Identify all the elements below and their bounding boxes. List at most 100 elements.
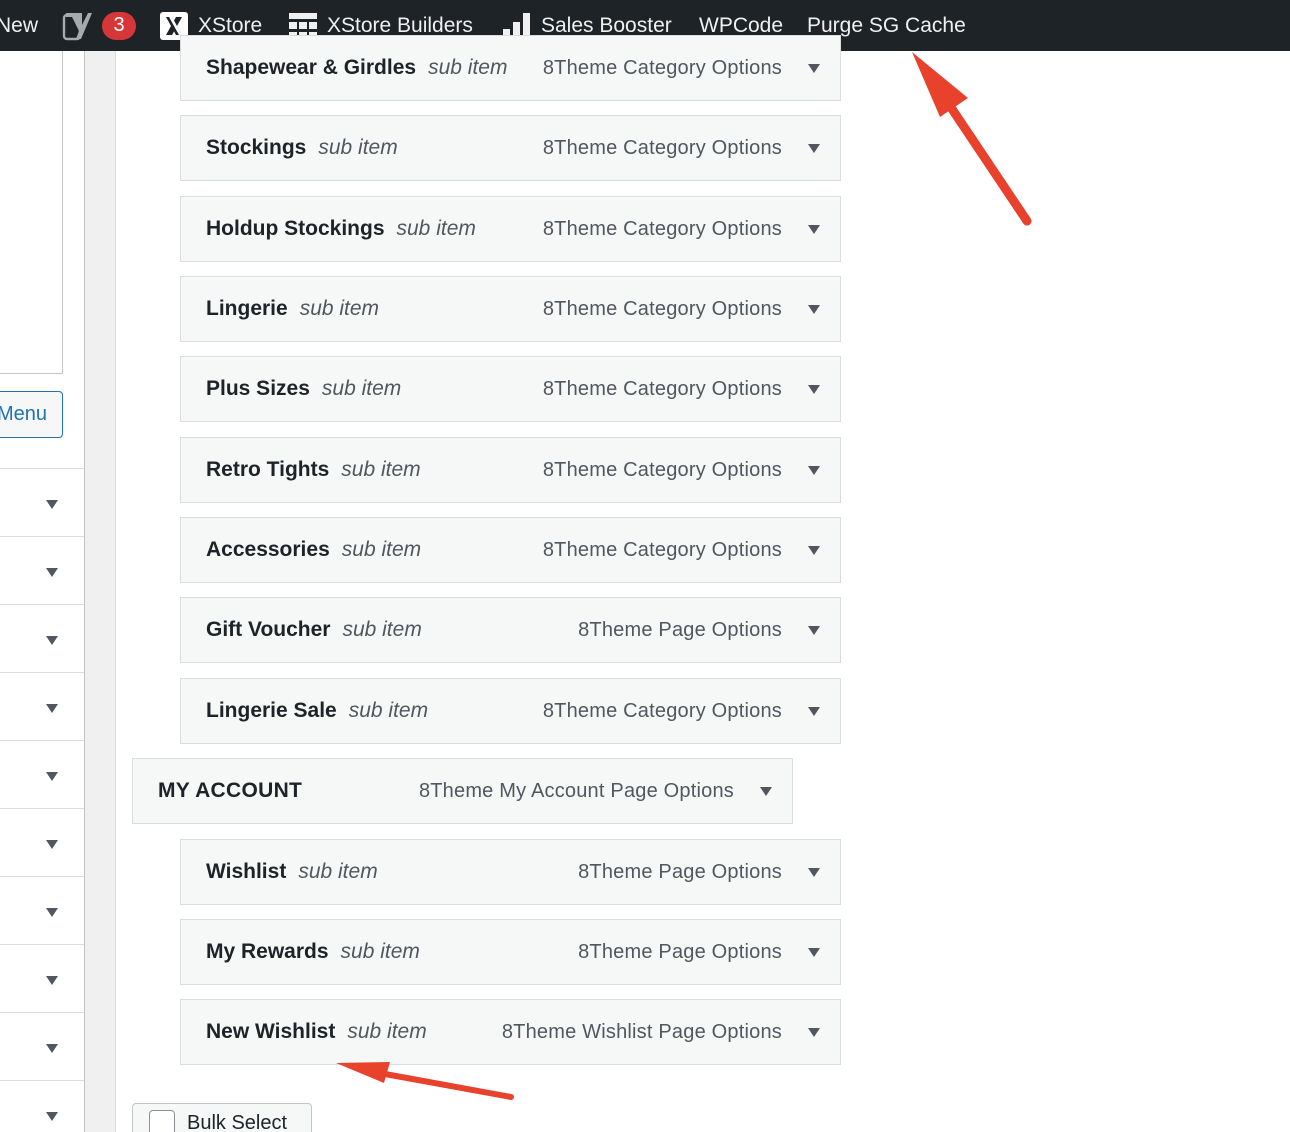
menu-item-sub-tag: sub item: [428, 56, 508, 79]
triangle-down-icon: [46, 1044, 58, 1053]
menu-item-sub-tag: sub item: [348, 699, 429, 722]
menu-item-type: 8Theme Category Options: [542, 297, 782, 320]
triangle-down-icon: [46, 500, 58, 509]
triangle-down-icon[interactable]: [808, 144, 820, 153]
triangle-down-icon: [46, 908, 58, 917]
triangle-down-icon: [46, 1112, 58, 1121]
triangle-down-icon[interactable]: [808, 626, 820, 635]
menu-item[interactable]: My Rewards sub item 8Theme Page Options: [180, 919, 841, 985]
menu-item[interactable]: Holdup Stockings sub item 8Theme Categor…: [180, 196, 841, 262]
menu-item-title: Lingerie: [206, 297, 288, 320]
sidebar-panel: [0, 51, 63, 374]
sidebar-accordion-row[interactable]: [0, 1080, 84, 1132]
menu-item-sub-tag: sub item: [341, 458, 421, 481]
menu-item-type: 8Theme My Account Page Options: [418, 779, 734, 802]
menu-item[interactable]: Retro Tights sub item 8Theme Category Op…: [180, 437, 841, 503]
menu-item-type: 8Theme Category Options: [542, 136, 782, 159]
menu-item-title: Holdup Stockings: [206, 217, 385, 240]
triangle-down-icon: [46, 840, 58, 849]
triangle-down-icon[interactable]: [808, 1028, 820, 1037]
sidebar-accordion-row[interactable]: [0, 604, 84, 672]
triangle-down-icon[interactable]: [808, 64, 820, 73]
menu-item[interactable]: Plus Sizes sub item 8Theme Category Opti…: [180, 356, 841, 422]
menu-item-sub-tag: sub item: [340, 940, 420, 963]
triangle-down-icon: [46, 772, 58, 781]
menu-item[interactable]: Shapewear & Girdles sub item 8Theme Cate…: [180, 35, 841, 101]
menu-item[interactable]: New Wishlist sub item 8Theme Wishlist Pa…: [180, 999, 841, 1065]
bulk-select-toggle[interactable]: Bulk Select: [132, 1103, 312, 1132]
menu-item-type: 8Theme Category Options: [542, 538, 782, 561]
menu-item-type: 8Theme Page Options: [578, 618, 782, 641]
menu-item-sub-tag: sub item: [298, 860, 378, 883]
menu-item-sub-tag: sub item: [299, 297, 380, 320]
sidebar-accordion-row[interactable]: [0, 876, 84, 944]
menu-item-sub-tag: sub item: [347, 1020, 427, 1043]
triangle-down-icon[interactable]: [808, 546, 820, 555]
menu-item-title: Shapewear & Girdles: [206, 56, 417, 79]
menu-item-title: Stockings: [206, 136, 307, 159]
menu-button-label: Menu: [0, 403, 48, 425]
menu-item-type: 8Theme Page Options: [578, 860, 782, 883]
sidebar-accordion-row[interactable]: [0, 1012, 84, 1080]
triangle-down-icon[interactable]: [760, 787, 772, 796]
menu-item-sub-tag: sub item: [342, 618, 422, 641]
menu-item[interactable]: Stockings sub item 8Theme Category Optio…: [180, 115, 841, 181]
triangle-down-icon[interactable]: [808, 225, 820, 234]
menu-item-type: 8Theme Wishlist Page Options: [501, 1020, 782, 1043]
menu-item-type: 8Theme Page Options: [578, 940, 782, 963]
menu-item-title: My Rewards: [206, 940, 329, 963]
builders-label: XStore Builders: [327, 13, 473, 37]
annotation-arrow-purge-cache: [912, 52, 1032, 226]
sidebar-accordion-row[interactable]: [0, 944, 84, 1012]
menu-item[interactable]: Lingerie Sale sub item 8Theme Category O…: [180, 678, 841, 744]
triangle-down-icon: [46, 568, 58, 577]
menu-item-title: New Wishlist: [206, 1020, 336, 1043]
add-to-menu-button[interactable]: Menu: [0, 391, 63, 438]
triangle-down-icon[interactable]: [808, 868, 820, 877]
new-label: New: [0, 13, 39, 37]
menu-item-sub-tag: sub item: [341, 538, 422, 561]
sidebar-accordion-row[interactable]: [0, 672, 84, 740]
column-divider: [84, 51, 116, 1132]
sales-booster-label: Sales Booster: [541, 13, 672, 37]
menu-item-title: Retro Tights: [206, 458, 330, 481]
triangle-down-icon[interactable]: [808, 466, 820, 475]
purge-cache-label: Purge SG Cache: [807, 13, 966, 37]
menu-item-my-account[interactable]: MY ACCOUNT 8Theme My Account Page Option…: [132, 758, 793, 824]
menu-item-type: 8Theme Category Options: [542, 56, 782, 79]
sidebar-accordion-row[interactable]: [0, 536, 84, 604]
menu-item-sub-tag: sub item: [396, 217, 476, 240]
triangle-down-icon[interactable]: [808, 948, 820, 957]
triangle-down-icon: [46, 636, 58, 645]
wpcode-label: WPCode: [699, 13, 784, 37]
menu-item-type: 8Theme Category Options: [542, 458, 782, 481]
menu-item[interactable]: Lingerie sub item 8Theme Category Option…: [180, 276, 841, 342]
menu-item-title: Gift Voucher: [206, 618, 331, 641]
sidebar-accordion-row[interactable]: [0, 468, 84, 536]
new-content-link[interactable]: New: [0, 0, 38, 51]
menu-item-type: 8Theme Category Options: [542, 217, 782, 240]
menu-item-type: 8Theme Category Options: [542, 377, 782, 400]
menu-item-title: Plus Sizes: [206, 377, 310, 400]
menu-item-title: Wishlist: [206, 860, 287, 883]
triangle-down-icon: [46, 976, 58, 985]
notification-count-badge: 3: [102, 11, 136, 40]
menu-item[interactable]: Gift Voucher sub item 8Theme Page Option…: [180, 597, 841, 663]
menu-item[interactable]: Wishlist sub item 8Theme Page Options: [180, 839, 841, 905]
menu-item-title: Accessories: [206, 538, 330, 561]
menu-item-sub-tag: sub item: [318, 136, 398, 159]
triangle-down-icon[interactable]: [808, 707, 820, 716]
menu-item[interactable]: Accessories sub item 8Theme Category Opt…: [180, 517, 841, 583]
sidebar-accordion-row[interactable]: [0, 740, 84, 808]
triangle-down-icon[interactable]: [808, 305, 820, 314]
sidebar-accordion: [0, 468, 84, 1132]
sidebar-accordion-row[interactable]: [0, 808, 84, 876]
menu-item-title: MY ACCOUNT: [158, 779, 303, 802]
yoast-icon: [62, 9, 92, 43]
yoast-menu[interactable]: 3: [62, 0, 136, 51]
triangle-down-icon[interactable]: [808, 385, 820, 394]
bulk-select-checkbox[interactable]: [149, 1110, 175, 1132]
menu-item-title: Lingerie Sale: [206, 699, 337, 722]
annotation-arrow-new-wishlist: [336, 1062, 514, 1100]
bulk-select-label: Bulk Select: [187, 1111, 288, 1132]
